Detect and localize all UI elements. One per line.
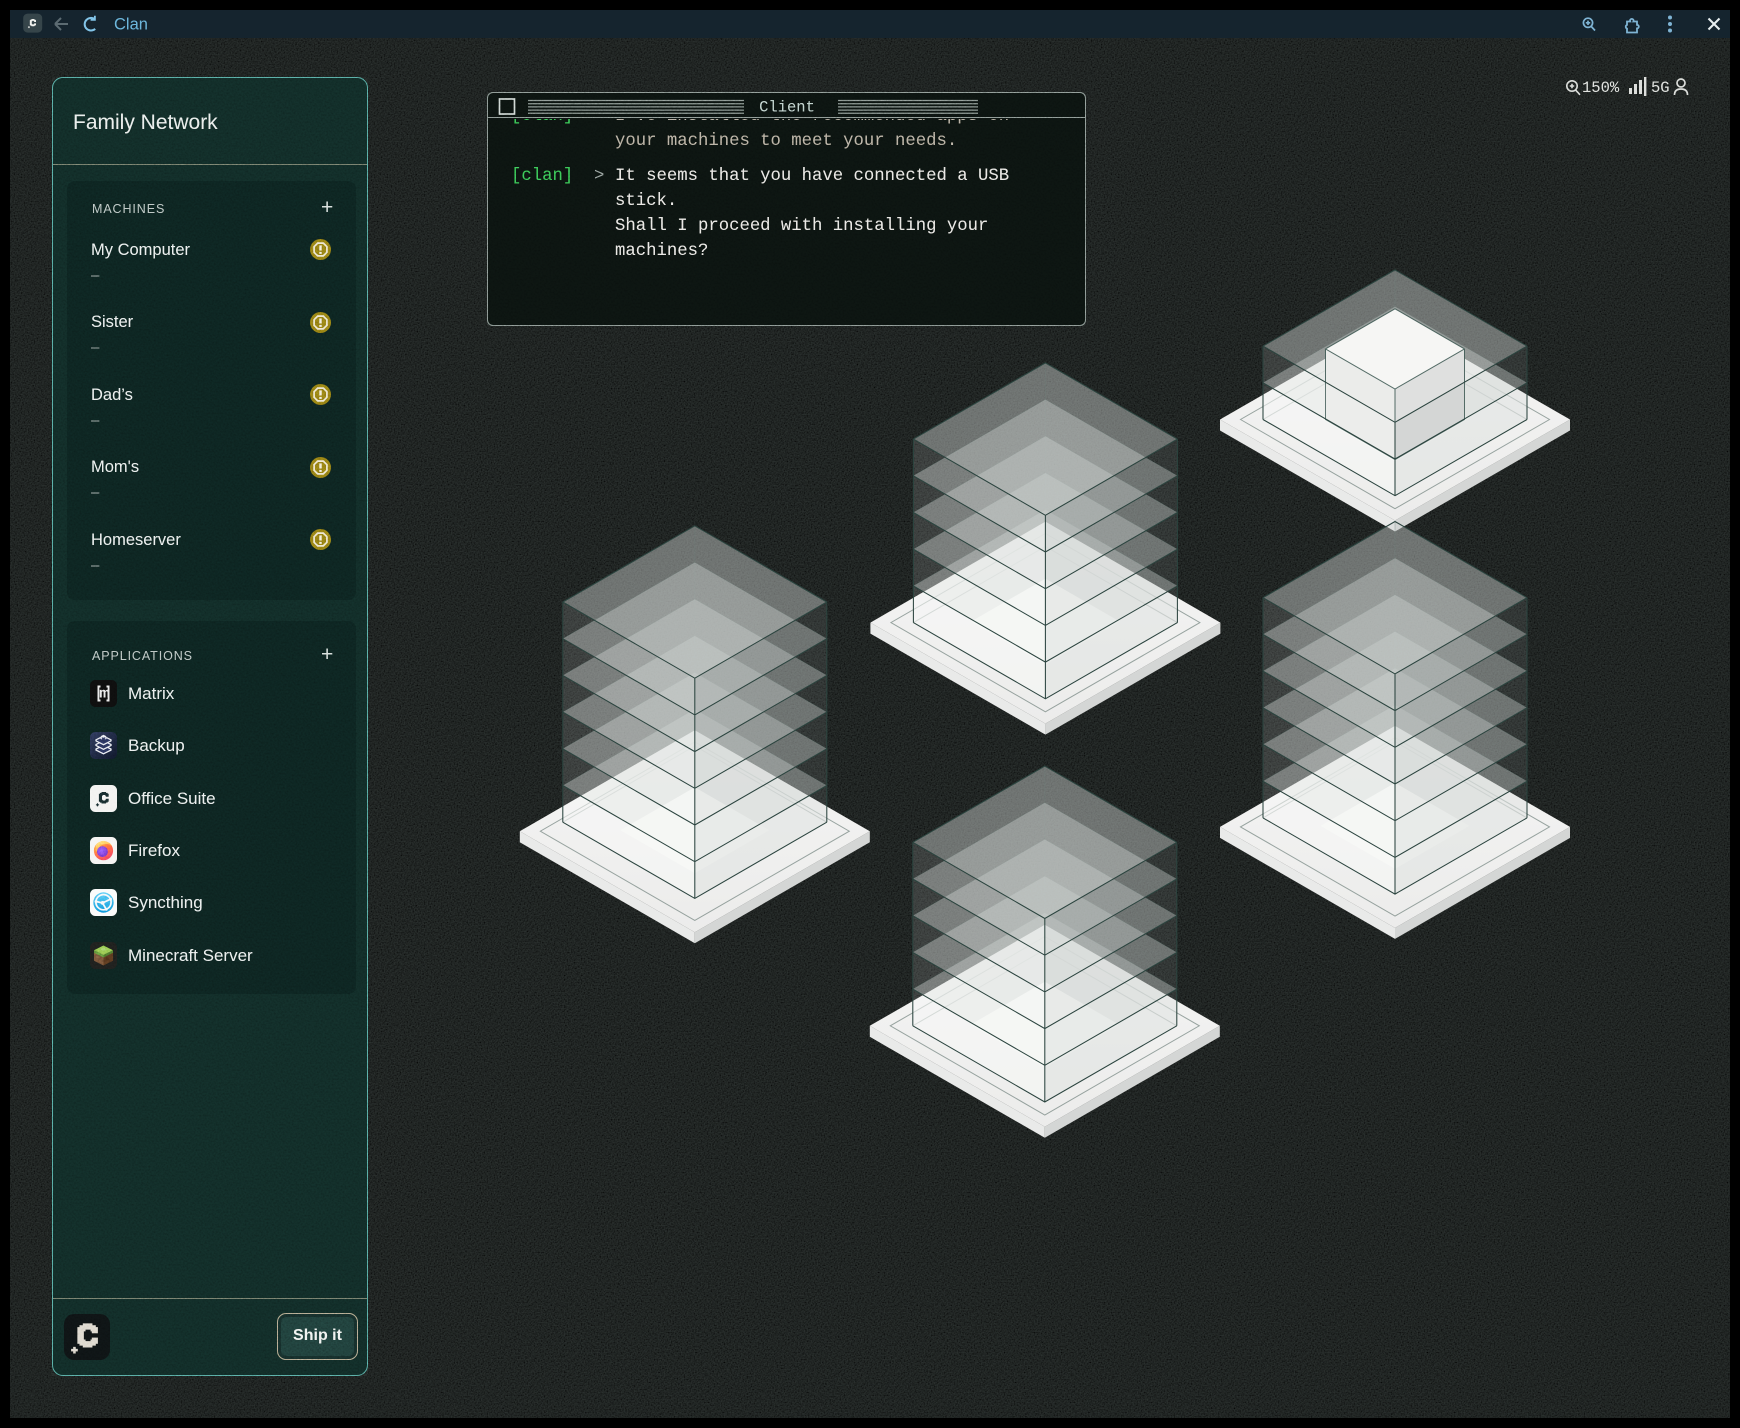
svg-text:Client: Client bbox=[759, 99, 815, 117]
svg-text:5G: 5G bbox=[1651, 79, 1670, 97]
svg-text:Clan: Clan bbox=[114, 16, 148, 34]
svg-text:150%: 150% bbox=[1582, 79, 1620, 97]
